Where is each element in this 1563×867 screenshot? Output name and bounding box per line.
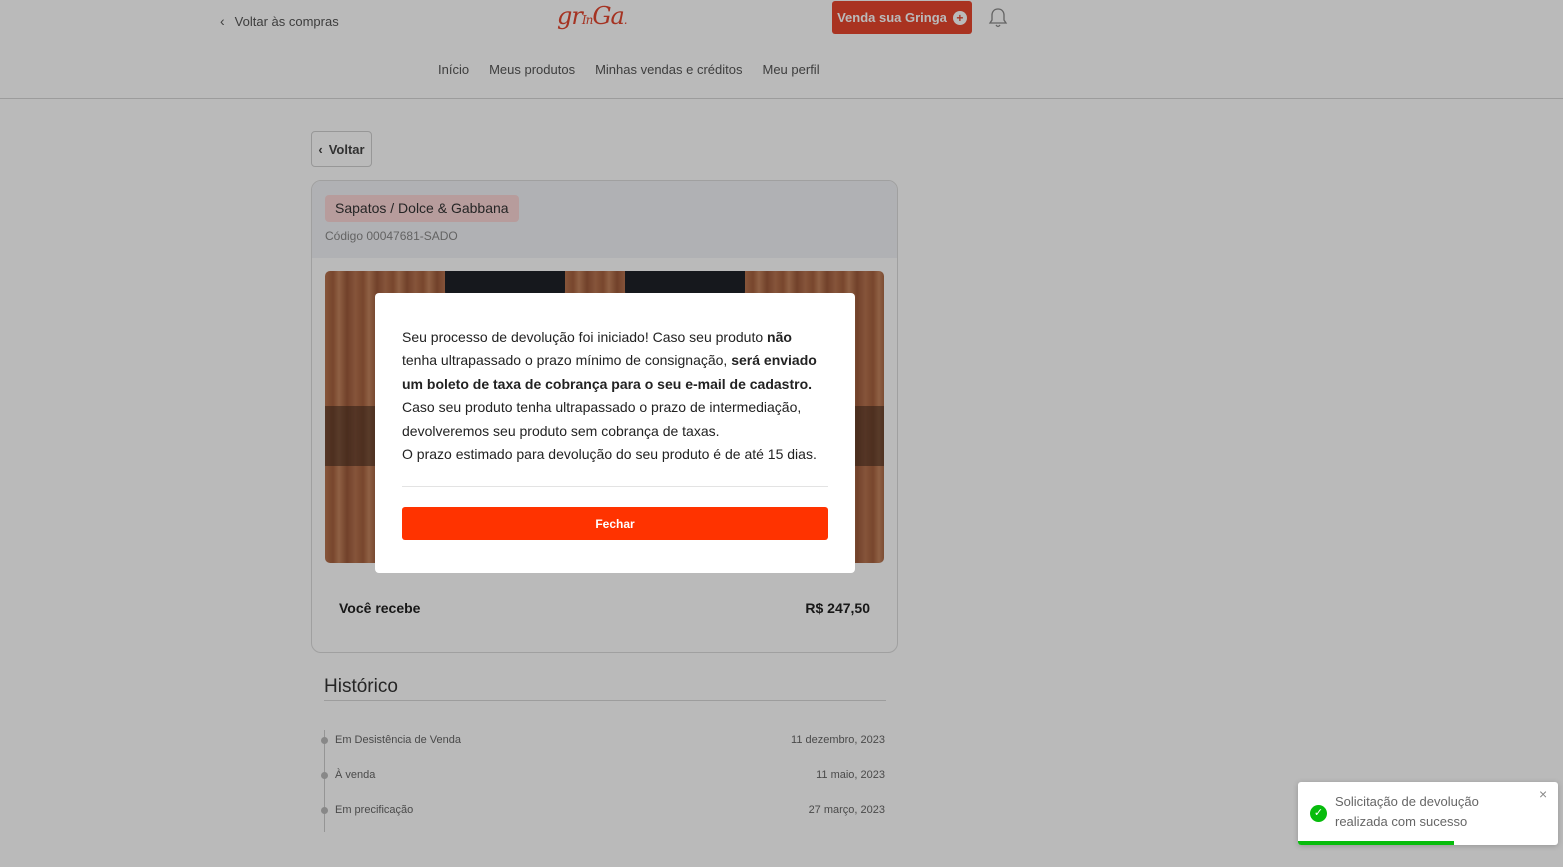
modal-deadline-text: O prazo estimado para devolução do seu p… — [402, 446, 817, 463]
modal-message: Seu processo de devolução foi iniciado! … — [402, 329, 817, 463]
toast-progress-bar — [1298, 841, 1454, 845]
close-icon[interactable]: × — [1539, 786, 1547, 802]
return-modal: Seu processo de devolução foi iniciado! … — [375, 293, 855, 573]
modal-divider — [402, 486, 828, 487]
check-circle-icon: ✓ — [1310, 805, 1327, 822]
success-toast: ✓ Solicitação de devolução realizada com… — [1298, 782, 1558, 845]
toast-message: Solicitação de devolução realizada com s… — [1335, 794, 1479, 829]
close-button[interactable]: Fechar — [402, 507, 828, 540]
